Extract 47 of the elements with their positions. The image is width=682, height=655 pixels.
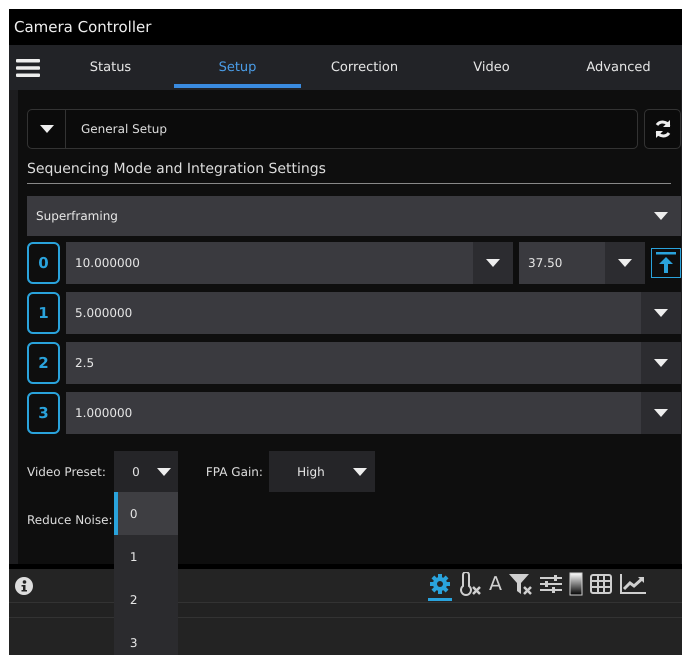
window-title: Camera Controller [14, 16, 152, 38]
tab[interactable]: Correction [301, 45, 428, 90]
index-label: 3 [27, 392, 60, 434]
upload-icon [656, 252, 676, 274]
filter-x-icon [509, 572, 533, 596]
table-icon [590, 574, 612, 594]
index-label: 2 [27, 342, 60, 384]
sliders-icon [540, 574, 562, 594]
caret-icon [486, 259, 500, 267]
line-chart-icon [619, 573, 647, 595]
caret-icon [654, 359, 668, 367]
caret-icon [654, 212, 668, 220]
index-label: 1 [27, 292, 60, 334]
gear-icon [429, 573, 451, 595]
thermometer-x-icon [458, 572, 482, 596]
info-icon[interactable] [15, 576, 33, 594]
refresh-button[interactable] [644, 109, 681, 149]
caret-icon [352, 468, 367, 476]
field-label: Reduce Noise: [27, 512, 113, 529]
gradient-icon [569, 572, 583, 596]
field-label: FPA Gain: [206, 464, 263, 480]
setup-dropdown[interactable]: General Setup [27, 109, 638, 149]
tab[interactable]: Advanced [555, 45, 682, 90]
caret-icon [618, 259, 632, 267]
value-dropdown[interactable]: 2.5 [66, 342, 681, 384]
value-dropdown[interactable]: 37.50 [519, 242, 645, 284]
caret-icon [40, 125, 54, 133]
upload-button[interactable] [651, 248, 681, 278]
tab[interactable]: Video [428, 45, 555, 90]
section-title: Sequencing Mode and Integration Settings [27, 159, 671, 184]
tab[interactable]: Setup [174, 45, 301, 90]
refresh-icon [652, 119, 672, 139]
preset-dropdown[interactable]: 0 [114, 451, 178, 492]
dropdown-option[interactable]: 0 [114, 492, 178, 535]
tab[interactable]: Status [47, 45, 174, 90]
text-tool-button[interactable]: A [488, 570, 503, 600]
value-dropdown[interactable]: 5.000000 [66, 292, 681, 334]
caret-icon [654, 309, 668, 317]
index-label: 0 [27, 242, 60, 284]
mode-dropdown[interactable]: Superframing [27, 196, 681, 236]
field-label: Video Preset: [27, 464, 106, 480]
value-dropdown[interactable]: 1.000000 [66, 392, 681, 434]
caret-icon [156, 468, 171, 476]
value-dropdown[interactable]: 10.000000 [66, 242, 513, 284]
gain-dropdown[interactable]: High [268, 451, 375, 492]
menu-icon [16, 58, 40, 78]
caret-icon [654, 409, 668, 417]
